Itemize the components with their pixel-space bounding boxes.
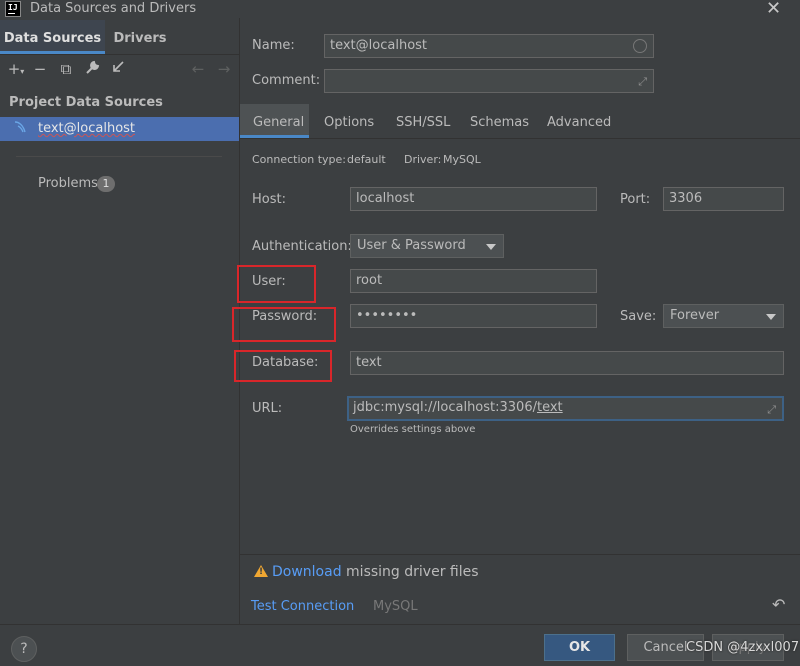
host-input[interactable]: localhost: [350, 187, 597, 211]
mysql-dolphin-icon: [14, 120, 28, 138]
tab-drivers[interactable]: Drivers: [105, 20, 175, 54]
test-connection-link[interactable]: Test Connection: [251, 599, 354, 614]
url-suffix: text: [536, 400, 563, 415]
problems-label[interactable]: Problems: [38, 176, 98, 191]
download-link[interactable]: Download: [272, 564, 342, 580]
expand-icon[interactable]: ⤢: [767, 401, 776, 419]
tab-general[interactable]: General: [253, 115, 304, 130]
url-hint: Overrides settings above: [350, 424, 476, 435]
port-label: Port:: [620, 192, 651, 207]
revert-icon[interactable]: ↶: [772, 595, 785, 614]
download-message: Download missing driver files: [272, 564, 479, 580]
ok-button[interactable]: OK: [544, 634, 615, 661]
tab-advanced[interactable]: Advanced: [547, 115, 611, 130]
host-label: Host:: [252, 192, 286, 207]
name-label: Name:: [252, 38, 295, 53]
comment-label: Comment:: [252, 73, 321, 88]
tab-ssh-ssl[interactable]: SSH/SSL: [396, 115, 450, 130]
add-icon[interactable]: +▾: [7, 60, 25, 78]
authentication-select[interactable]: User & Password: [350, 234, 504, 258]
forward-arrow-icon[interactable]: →: [215, 60, 233, 78]
port-input[interactable]: 3306: [663, 187, 784, 211]
tab-data-sources[interactable]: Data Sources: [0, 20, 105, 54]
close-icon[interactable]: ✕: [766, 0, 781, 19]
annotation-box-user: [237, 265, 316, 303]
driver-label: Driver:: [404, 153, 442, 166]
tab-options[interactable]: Options: [324, 115, 374, 130]
connection-type-link[interactable]: default: [347, 153, 386, 166]
sidebar-separator: [16, 156, 222, 157]
section-title: Project Data Sources: [9, 95, 163, 110]
database-input[interactable]: text: [350, 351, 784, 375]
password-input[interactable]: ••••••••: [350, 304, 597, 328]
save-label: Save:: [620, 309, 657, 324]
expand-icon[interactable]: ⤢: [638, 73, 647, 91]
save-select[interactable]: Forever: [663, 304, 784, 328]
sidebar-divider: [0, 54, 239, 55]
chevron-down-icon: [486, 244, 496, 250]
download-message-text: missing driver files: [341, 564, 479, 580]
chevron-down-icon: [766, 314, 776, 320]
data-source-label: text@localhost: [38, 121, 136, 136]
driver-link[interactable]: MySQL: [443, 153, 481, 166]
user-input[interactable]: root: [350, 269, 597, 293]
name-field[interactable]: text@localhost: [324, 34, 654, 58]
url-prefix: jdbc:mysql://localhost:3306/: [353, 400, 537, 415]
url-input[interactable]: jdbc:mysql://localhost:3306/text ⤢: [347, 396, 784, 421]
warning-mark: !: [259, 567, 264, 577]
problems-count-badge: 1: [97, 176, 115, 192]
connection-type-label: Connection type:: [252, 153, 347, 166]
comment-field[interactable]: ⤢: [324, 69, 654, 93]
copy-icon[interactable]: ⧉: [57, 60, 75, 78]
annotation-box-database: [234, 350, 332, 382]
logo-text: IJ: [8, 3, 18, 12]
tab-schemas[interactable]: Schemas: [470, 115, 529, 130]
intellij-logo-icon: IJ: [5, 1, 21, 17]
authentication-value: User & Password: [357, 238, 466, 253]
annotation-box-password: [232, 307, 336, 342]
wrench-icon[interactable]: [83, 60, 101, 78]
back-arrow-icon[interactable]: ←: [189, 60, 207, 78]
authentication-label: Authentication:: [252, 239, 352, 254]
url-label: URL:: [252, 401, 283, 416]
remove-icon[interactable]: −: [31, 60, 49, 78]
data-source-item[interactable]: text@localhost: [0, 117, 239, 141]
help-button[interactable]: ?: [11, 636, 37, 662]
watermark: CSDN @4zxxl007: [686, 640, 800, 655]
name-value: text@localhost: [330, 38, 428, 53]
save-value: Forever: [670, 308, 720, 323]
color-circle-icon[interactable]: [633, 39, 647, 53]
window-title: Data Sources and Drivers: [30, 1, 197, 16]
import-icon[interactable]: [109, 60, 127, 78]
tabs-divider: [240, 138, 800, 139]
driver-name-label: MySQL: [373, 599, 418, 614]
